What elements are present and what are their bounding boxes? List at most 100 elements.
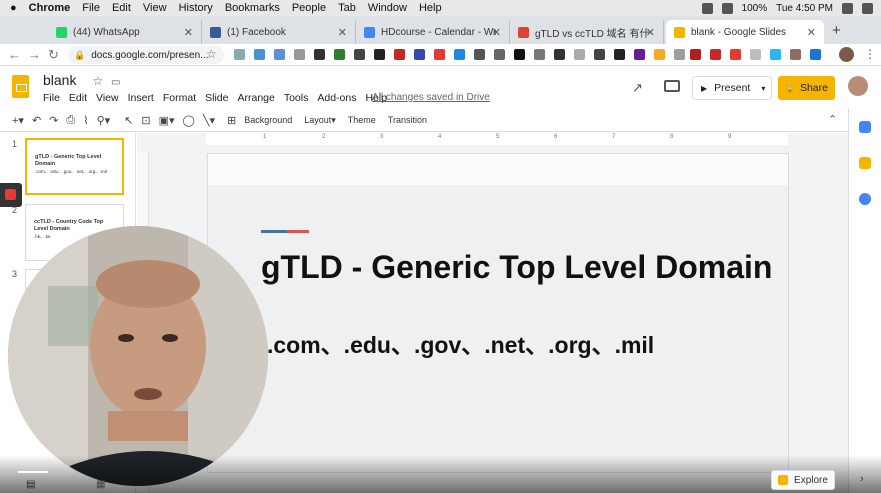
search-icon[interactable] (842, 2, 853, 14)
extension-icon[interactable] (574, 49, 585, 60)
extension-icon[interactable] (750, 49, 761, 60)
bookmark-star-icon[interactable]: ☆ (206, 47, 217, 61)
menu-format[interactable]: Format (163, 92, 196, 104)
extension-icon[interactable] (674, 49, 685, 60)
transition-button[interactable]: Transition (388, 115, 427, 125)
close-icon[interactable]: ✕ (492, 26, 501, 39)
extension-icon[interactable] (790, 49, 801, 60)
share-button[interactable]: 🔒 Share (778, 76, 835, 100)
extension-icon[interactable] (254, 49, 265, 60)
extension-icon[interactable] (394, 49, 405, 60)
app-menu[interactable]: Chrome (29, 2, 71, 14)
extension-icon[interactable] (654, 49, 665, 60)
background-button[interactable]: Background (244, 115, 292, 125)
menu-tools[interactable]: Tools (284, 92, 309, 104)
extension-icon[interactable] (274, 49, 285, 60)
profile-avatar[interactable] (839, 47, 854, 62)
clock[interactable]: Tue 4:50 PM (776, 3, 833, 14)
tab-calendar[interactable]: HDcourse - Calendar - Week of ✕ (356, 20, 510, 44)
back-icon[interactable]: ← (8, 47, 21, 62)
close-icon[interactable]: ✕ (338, 26, 347, 39)
menu-slide[interactable]: Slide (205, 92, 228, 104)
extension-icon[interactable] (474, 49, 485, 60)
extension-icon[interactable] (614, 49, 625, 60)
tab-gmail[interactable]: gTLD vs ccTLD 域名 有什麼不同 ✕ (510, 20, 664, 44)
slide-thumbnail-1[interactable]: gTLD - Generic Top Level Domain .com、.ed… (25, 138, 124, 195)
extension-icon[interactable] (374, 49, 385, 60)
redo-icon[interactable]: ↷ (49, 114, 58, 127)
keep-icon[interactable] (859, 157, 871, 169)
forward-icon[interactable]: → (28, 47, 41, 62)
slide-title[interactable]: gTLD - Generic Top Level Domain (261, 247, 781, 287)
extension-icon[interactable] (514, 49, 525, 60)
video-progress[interactable] (18, 471, 48, 473)
print-icon[interactable]: ⎙ (66, 114, 75, 127)
dropbox-icon[interactable] (701, 2, 713, 14)
extension-icon[interactable] (534, 49, 545, 60)
extension-icon[interactable] (334, 49, 345, 60)
menu-tab[interactable]: Tab (338, 2, 356, 14)
menu-people[interactable]: People (292, 2, 326, 14)
select-cursor-icon[interactable]: ↖ (124, 114, 133, 127)
text-box-icon[interactable]: ⊡ (141, 114, 150, 127)
menu-view[interactable]: View (143, 2, 167, 14)
image-icon[interactable]: ▣▾ (159, 114, 175, 127)
close-icon[interactable]: ✕ (646, 26, 655, 39)
extension-icon[interactable] (810, 49, 821, 60)
grid-view-icon[interactable]: ▤ (26, 479, 35, 490)
slide-canvas[interactable]: gTLD - Generic Top Level Domain .com、.ed… (207, 153, 789, 473)
tab-facebook[interactable]: (1) Facebook ✕ (202, 20, 356, 44)
menu-file[interactable]: File (43, 92, 60, 104)
menu-view[interactable]: View (96, 92, 119, 104)
more-vert-icon[interactable]: ⋮ (864, 47, 876, 61)
tasks-icon[interactable] (859, 193, 871, 205)
account-avatar[interactable] (848, 76, 868, 96)
record-stop-icon[interactable] (0, 183, 22, 207)
menu-file[interactable]: File (82, 2, 100, 14)
extension-icon[interactable] (554, 49, 565, 60)
extension-icon[interactable] (414, 49, 425, 60)
wifi-icon[interactable] (721, 2, 733, 14)
menu-bookmarks[interactable]: Bookmarks (225, 2, 280, 14)
theme-button[interactable]: Theme (348, 115, 376, 125)
extension-icon[interactable] (234, 49, 245, 60)
comment-icon[interactable] (664, 80, 680, 92)
menu-insert[interactable]: Insert (128, 92, 154, 104)
explore-button[interactable]: Explore (771, 470, 835, 490)
extension-icon[interactable] (454, 49, 465, 60)
add-comment-icon[interactable]: ⊞ (227, 114, 236, 127)
extension-icon[interactable] (770, 49, 781, 60)
present-button[interactable]: ▶ Present ▾ (692, 76, 772, 100)
menu-help[interactable]: Help (419, 2, 442, 14)
extension-icon[interactable] (690, 49, 701, 60)
extension-icon[interactable] (354, 49, 365, 60)
extension-icon[interactable] (494, 49, 505, 60)
extension-icon[interactable] (634, 49, 645, 60)
activity-trend-icon[interactable]: ↗ (632, 80, 643, 96)
extension-icon[interactable] (730, 49, 741, 60)
paint-format-icon[interactable]: ⌇ (83, 114, 88, 127)
menu-history[interactable]: History (179, 2, 213, 14)
new-tab-button[interactable]: + (832, 22, 841, 39)
chevron-down-icon[interactable]: ▾ (761, 84, 765, 93)
new-slide-icon[interactable]: +▾ (12, 114, 24, 127)
shape-icon[interactable]: ◯ (183, 114, 195, 127)
tab-whatsapp[interactable]: (44) WhatsApp ✕ (48, 20, 202, 44)
document-title[interactable]: blank ☆ ▭ (43, 72, 120, 88)
url-field[interactable]: 🔒 docs.google.com/presen... (68, 46, 224, 64)
star-icon[interactable]: ☆ (92, 74, 103, 88)
close-icon[interactable]: ✕ (807, 26, 816, 39)
menu-addons[interactable]: Add-ons (317, 92, 356, 104)
folder-icon[interactable]: ▭ (111, 77, 120, 88)
menu-window[interactable]: Window (368, 2, 407, 14)
menu-edit[interactable]: Edit (69, 92, 87, 104)
menu-arrange[interactable]: Arrange (237, 92, 274, 104)
menu-list-icon[interactable] (862, 2, 873, 14)
filmstrip-view-icon[interactable]: ▦ (96, 479, 105, 490)
slides-logo[interactable] (12, 75, 29, 98)
extension-icon[interactable] (314, 49, 325, 60)
tab-slides[interactable]: blank - Google Slides ✕ (666, 20, 824, 44)
calendar-icon[interactable] (859, 121, 871, 133)
layout-button[interactable]: Layout▾ (304, 115, 336, 126)
extension-icon[interactable] (710, 49, 721, 60)
